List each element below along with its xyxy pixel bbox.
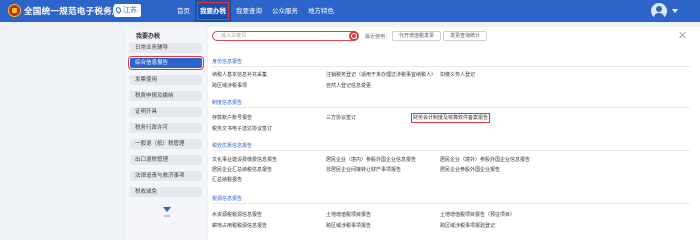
link-item[interactable]: 存款账户账号报告 <box>212 115 252 121</box>
link-item[interactable]: 注销税务登记（适用于未办理过涉税事宜纳税人） <box>326 72 436 78</box>
sidebar-item-tax-reduction[interactable]: 税收减免 <box>130 187 202 197</box>
scroll-down-icon[interactable] <box>163 207 171 212</box>
recent-label: 最近使用： <box>365 34 391 40</box>
sidebar-item-certificate[interactable]: 证明开具 <box>130 107 202 117</box>
main-content: 输入关键词 最近使用： 代开增值税发票 发票查询统计 身份信息报告 纳税人基本信… <box>208 27 700 240</box>
section-title-preferential: 税收优惠信息报告 <box>212 143 253 149</box>
link-item[interactable]: 非居民企业间接转让财产事项报告 <box>326 167 401 173</box>
search-icon[interactable] <box>349 31 359 41</box>
link-item[interactable]: 三方协议签订 <box>326 115 356 121</box>
sidebar-item-export-refund[interactable]: 出口退税管理 <box>130 155 202 165</box>
chevron-down-icon[interactable] <box>672 9 678 13</box>
search-placeholder: 输入关键词 <box>221 33 247 39</box>
recent-chip-query[interactable]: 发票查询统计 <box>443 31 488 41</box>
link-item[interactable]: 耕地占用税税源信息报告 <box>212 223 267 229</box>
link-item[interactable]: 扣缴义务人登记 <box>440 72 475 78</box>
section-title-tax-source: 税源信息报告 <box>212 196 243 202</box>
scroll-indicator <box>164 215 170 217</box>
divider <box>212 107 690 108</box>
region-selector[interactable]: 江苏 <box>114 4 141 17</box>
link-item[interactable]: 居民企业汇总纳税信息报告 <box>212 167 272 173</box>
site-title[interactable]: 全国统一规范电子税务局 <box>24 5 121 17</box>
link-item[interactable]: 文化事业建设费缴费信息报告 <box>212 157 277 163</box>
link-item[interactable]: 纳税人基本信息补充采集 <box>212 72 267 78</box>
search-input[interactable]: 输入关键词 <box>212 31 359 41</box>
location-pin-icon <box>114 6 123 14</box>
link-item-highlighted[interactable]: 财务会计制度及核算软件备案报告 <box>410 113 491 123</box>
nav-do-tax[interactable]: 我要办税 <box>195 0 231 22</box>
sidebar-item-refund[interactable]: 一般退（抵）税管理 <box>130 139 202 149</box>
link-item[interactable]: 自然人登记信息变更 <box>326 83 371 89</box>
link-item[interactable]: 土地增值税项目报告 <box>326 212 371 218</box>
sidebar-item-info-report[interactable]: 综合信息报告 <box>128 56 204 70</box>
sidebar-item-daily-guidance[interactable]: 日常业务辅导 <box>130 43 202 53</box>
sidebar-item-admin-permit[interactable]: 税务行政许可 <box>130 123 202 133</box>
link-item[interactable]: 居民企业参股外国企业报告 <box>440 167 500 173</box>
link-item[interactable]: 税务文书电子送达协议签订 <box>212 126 272 132</box>
sidebar-title: 我要办税 <box>136 33 161 40</box>
divider <box>212 66 690 67</box>
divider <box>212 150 690 151</box>
link-item[interactable]: 跨区域涉税事项报验登记 <box>440 223 495 229</box>
nav-home[interactable]: 首页 <box>172 0 195 22</box>
link-item[interactable]: 水资源税税源信息报告 <box>212 212 262 218</box>
sidebar-item-tax-declaration[interactable]: 税费申报及缴纳 <box>130 91 202 101</box>
link-item[interactable]: 跨区域涉税事项 <box>212 83 247 89</box>
recent-chip-invoice[interactable]: 代开增值税发票 <box>392 31 442 41</box>
nav-query[interactable]: 我要查询 <box>231 0 267 22</box>
region-label: 江苏 <box>123 6 137 14</box>
section-title-identity: 身份信息报告 <box>212 59 243 65</box>
close-icon[interactable] <box>679 31 687 39</box>
section-title-system: 制度信息报告 <box>212 100 243 106</box>
link-item[interactable]: 土地增值税项目报告（预征项目） <box>440 212 515 218</box>
sidebar-item-invoice-use[interactable]: 发票使用 <box>130 75 202 85</box>
user-avatar-icon[interactable] <box>651 3 667 19</box>
nav-local-feature[interactable]: 地方特色 <box>303 0 339 22</box>
link-item[interactable]: 汇总纳税报告 <box>212 177 242 183</box>
link-item[interactable]: 跨区域涉税事项报告 <box>326 223 371 229</box>
divider <box>212 203 690 204</box>
main-nav: 首页 我要办税 我要查询 公众服务 地方特色 <box>172 0 339 22</box>
sidebar: 我要办税 日常业务辅导 综合信息报告 发票使用 税费申报及缴纳 证明开具 税务行… <box>126 27 206 240</box>
nav-public-service[interactable]: 公众服务 <box>267 0 303 22</box>
link-item[interactable]: 居民企业（境内）参股外国企业信息报告 <box>326 157 416 163</box>
tax-emblem-icon <box>8 4 21 17</box>
top-bar: 全国统一规范电子税务局 江苏 首页 我要办税 我要查询 公众服务 地方特色 <box>0 0 700 22</box>
link-item[interactable]: 居民企业（境外）参股外国企业信息报告 <box>440 157 530 163</box>
sidebar-item-legal-relief[interactable]: 法律追责与救济事项 <box>130 171 202 181</box>
